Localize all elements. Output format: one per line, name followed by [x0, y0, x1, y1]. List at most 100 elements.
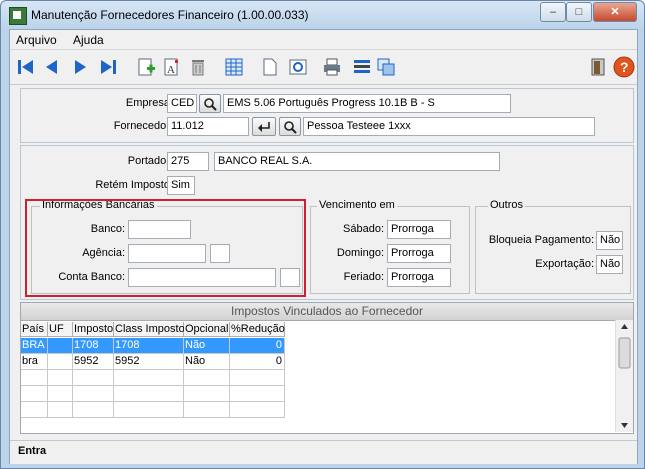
prev-icon[interactable] [40, 55, 64, 79]
svg-text:A: A [167, 64, 175, 76]
app-window: Manutenção Fornecedores Financeiro (1.00… [0, 0, 645, 469]
status-text: Entra [18, 445, 47, 457]
empty-cell [48, 386, 73, 402]
cell-class-imposto: 1708 [114, 338, 184, 354]
menu-arquivo[interactable]: Arquivo [16, 33, 57, 47]
sabado-label: Sábado: [343, 223, 384, 235]
copy-icon[interactable] [374, 55, 398, 79]
empresa-code-field[interactable]: CED [167, 94, 197, 113]
empty-cell [230, 402, 285, 418]
impostos-table[interactable]: Impostos Vinculados ao Fornecedor País U… [20, 302, 634, 434]
first-icon[interactable] [14, 55, 38, 79]
empresa-search-button[interactable] [199, 94, 221, 113]
retem-imposto-field[interactable]: Sim [167, 176, 195, 195]
toolbar: A ? [10, 50, 637, 85]
search-icon [204, 97, 217, 111]
exportacao-field[interactable]: Não [596, 255, 623, 274]
cell-pais: BRA [21, 338, 48, 354]
sabado-field[interactable]: Prorroga [387, 220, 451, 239]
fornecedor-search-button[interactable] [279, 117, 301, 136]
document-icon[interactable] [258, 55, 282, 79]
col-header-imposto[interactable]: Imposto [73, 322, 114, 337]
edit-text-icon[interactable]: A [160, 55, 184, 79]
enter-icon [258, 121, 270, 132]
last-icon[interactable] [96, 55, 120, 79]
print-icon[interactable] [320, 55, 344, 79]
domingo-field[interactable]: Prorroga [387, 244, 451, 263]
empty-cell [114, 370, 184, 386]
cell-imposto: 1708 [73, 338, 114, 354]
empty-cell [48, 402, 73, 418]
fornecedor-label: Fornecedor: [113, 120, 173, 132]
delete-icon[interactable] [186, 55, 210, 79]
cell-uf [48, 338, 73, 354]
search-icon [284, 120, 297, 134]
help-icon[interactable]: ? [612, 55, 636, 79]
outros-legend: Outros [488, 199, 526, 211]
client-area: Arquivo Ajuda A ? Empresa: CED EMS 5.06 … [9, 29, 638, 464]
feriado-field[interactable]: Prorroga [387, 268, 451, 287]
empty-cell [184, 386, 230, 402]
outros-fieldset: Outros Bloqueia Pagamento: Não Exportaçã… [475, 199, 631, 294]
feriado-label: Feriado: [343, 271, 384, 283]
details-group: Portador: 275 BANCO REAL S.A. Retém Impo… [20, 145, 634, 300]
status-bar: Entra [10, 440, 637, 464]
exportacao-label: Exportação: [535, 258, 594, 270]
maximize-button[interactable]: □ [566, 2, 592, 22]
empty-cell [184, 402, 230, 418]
col-header-reducao[interactable]: %Redução [230, 322, 285, 337]
table-scrollbar[interactable] [615, 320, 633, 432]
cell-reducao: 0 [230, 354, 285, 370]
title-bar: Manutenção Fornecedores Financeiro (1.00… [1, 1, 644, 29]
cell-pais: bra [21, 354, 48, 370]
cell-imposto: 5952 [73, 354, 114, 370]
exit-door-icon[interactable] [586, 55, 610, 79]
empty-cell [230, 370, 285, 386]
list-icon[interactable] [350, 55, 374, 79]
empty-cell [48, 370, 73, 386]
next-icon[interactable] [68, 55, 92, 79]
cell-opcional: Não [184, 338, 230, 354]
grid-icon[interactable] [222, 55, 246, 79]
app-icon [9, 7, 27, 25]
add-icon[interactable] [134, 55, 158, 79]
svg-text:?: ? [620, 59, 629, 75]
header-group: Empresa: CED EMS 5.06 Português Progress… [20, 88, 634, 143]
empty-cell [73, 402, 114, 418]
empty-cell [73, 386, 114, 402]
domingo-label: Domingo: [336, 247, 384, 259]
bloqueia-pagamento-label: Bloqueia Pagamento: [488, 234, 594, 246]
vencimento-legend: Vencimento em [317, 199, 397, 211]
close-button[interactable]: ✕ [593, 2, 637, 22]
fornecedor-desc-field: Pessoa Testeee 1xxx [303, 117, 595, 136]
retem-imposto-label: Retém Imposto: [95, 179, 173, 191]
empty-cell [21, 370, 48, 386]
col-header-pais[interactable]: País [21, 322, 48, 337]
cell-opcional: Não [184, 354, 230, 370]
fornecedor-enter-button[interactable] [252, 117, 276, 136]
portador-desc-field: BANCO REAL S.A. [214, 152, 500, 171]
empty-cell [184, 370, 230, 386]
fornecedor-code-field[interactable]: 11.012 [167, 117, 249, 136]
cell-class-imposto: 5952 [114, 354, 184, 370]
window-title: Manutenção Fornecedores Financeiro (1.00… [31, 8, 309, 22]
cell-reducao: 0 [230, 338, 285, 354]
bloqueia-pagamento-field[interactable]: Não [596, 231, 623, 250]
highlight-box [25, 199, 306, 297]
col-header-class-imposto[interactable]: Class Imposto [114, 322, 185, 337]
empty-cell [73, 370, 114, 386]
minimize-button[interactable]: – [540, 2, 566, 22]
preview-icon[interactable] [286, 55, 310, 79]
empty-cell [21, 402, 48, 418]
cell-uf [48, 354, 73, 370]
empty-cell [114, 402, 184, 418]
col-header-opcional[interactable]: Opcional [184, 322, 230, 337]
empresa-desc-field: EMS 5.06 Português Progress 10.1B B - S [223, 94, 511, 113]
impostos-caption: Impostos Vinculados ao Fornecedor [21, 303, 633, 321]
empresa-label: Empresa: [125, 97, 173, 109]
col-header-uf[interactable]: UF [48, 322, 73, 337]
empty-cell [230, 386, 285, 402]
empty-cell [114, 386, 184, 402]
portador-code-field[interactable]: 275 [167, 152, 209, 171]
menu-ajuda[interactable]: Ajuda [73, 33, 104, 47]
